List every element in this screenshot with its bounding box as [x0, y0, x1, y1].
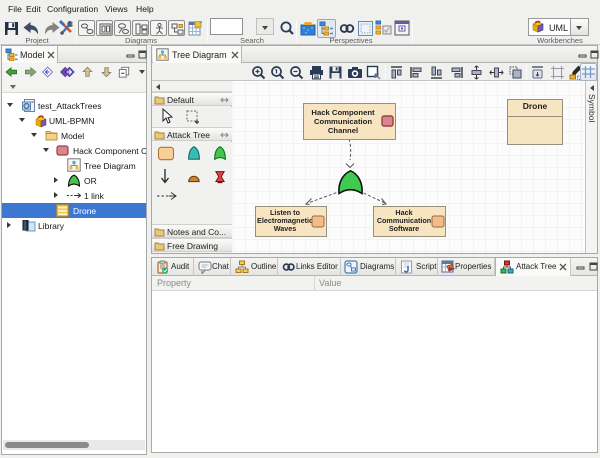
svg-text:Drone: Drone: [523, 101, 548, 111]
svg-text:Communication: Communication: [314, 117, 372, 126]
svg-text:Hack Component: Hack Component: [311, 108, 375, 117]
svg-text:Waves: Waves: [274, 224, 297, 233]
svg-text:Channel: Channel: [328, 126, 358, 135]
svg-text:Software: Software: [389, 224, 419, 233]
